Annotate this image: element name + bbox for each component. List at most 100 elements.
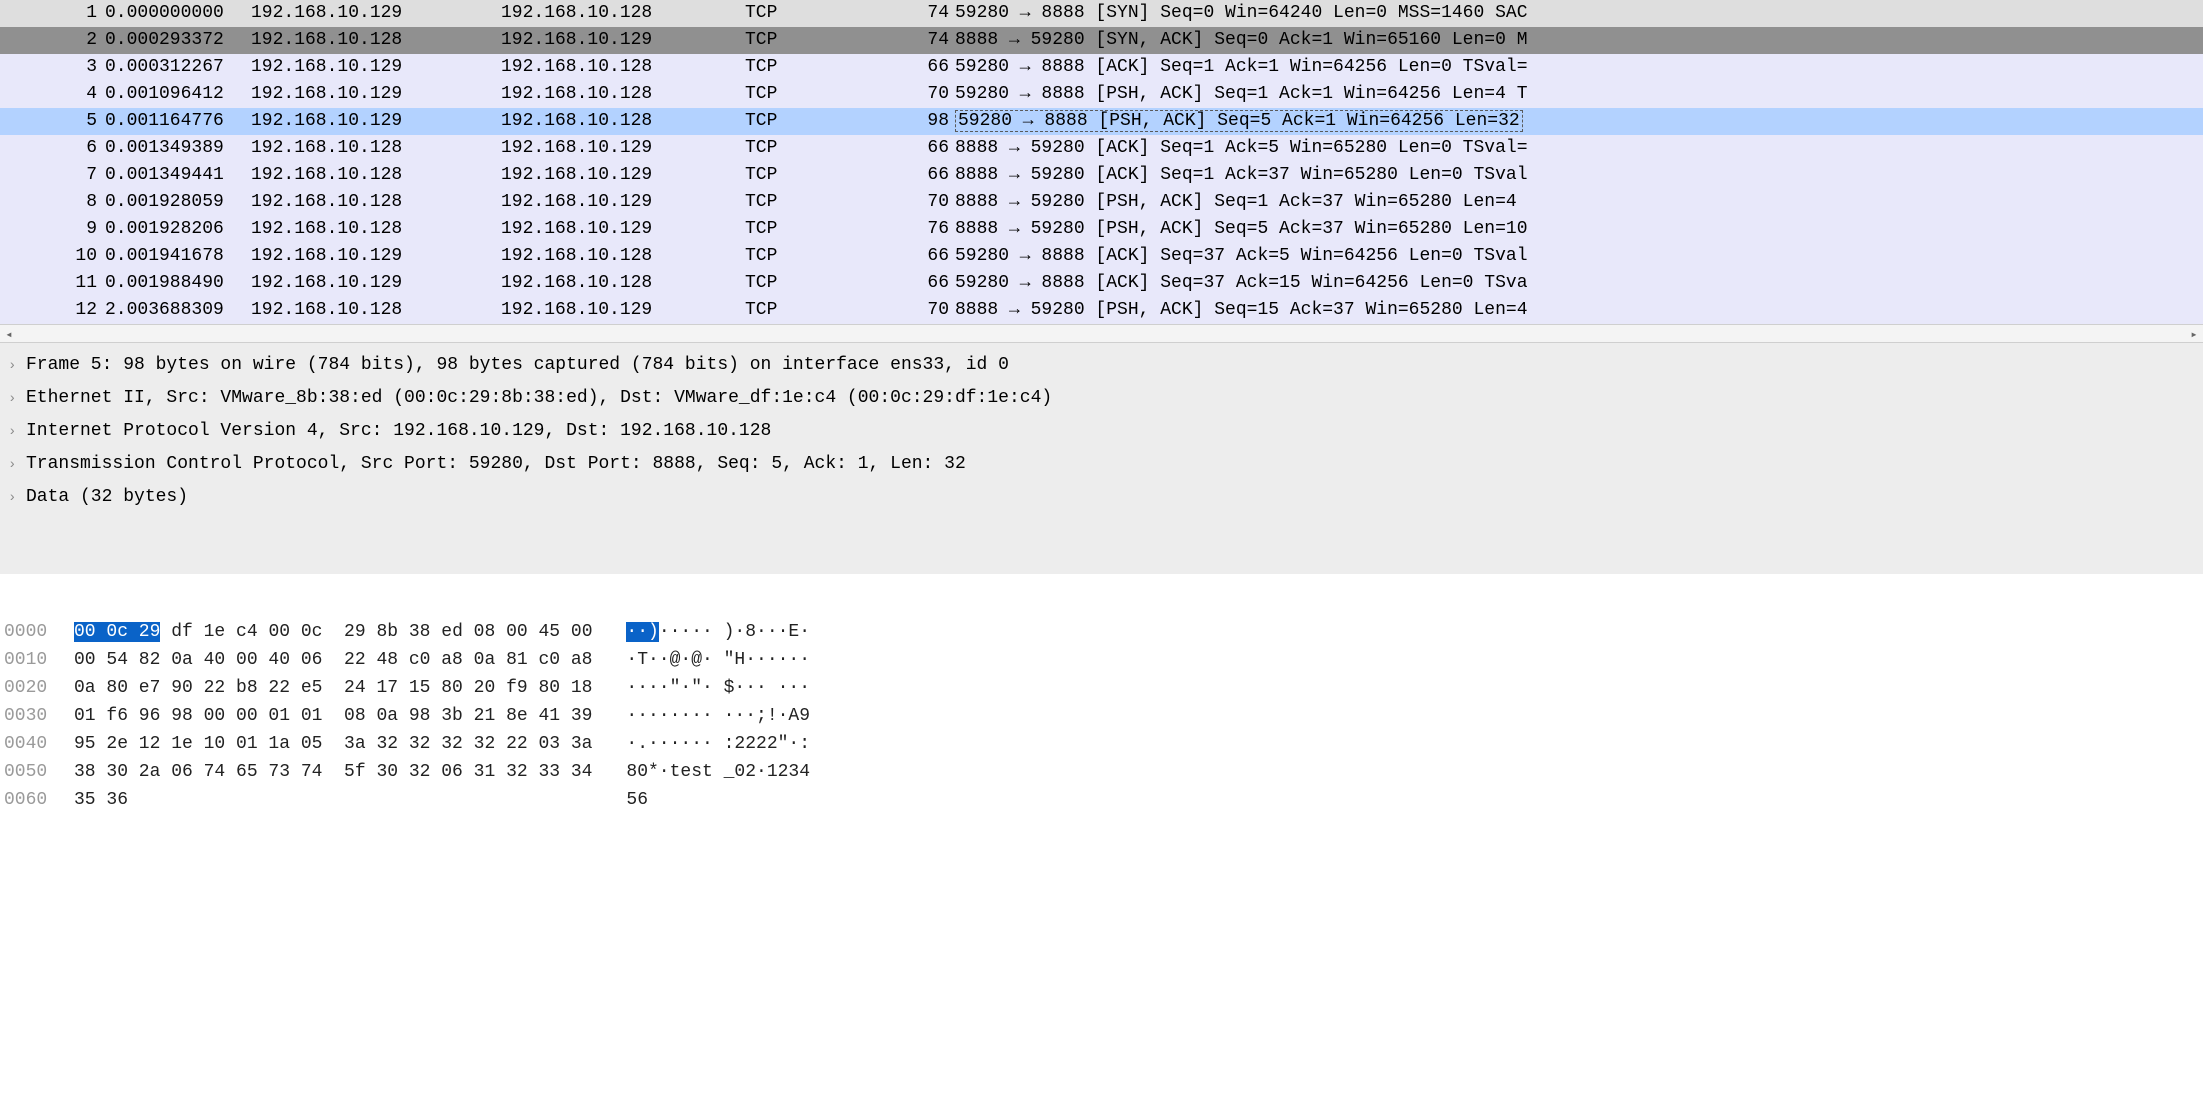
hex-offset: 0050 [0, 758, 74, 786]
hex-bytes: 00 54 82 0a 40 00 40 06 22 48 c0 a8 0a 8… [74, 646, 594, 674]
col-dst: 192.168.10.129 [495, 162, 745, 189]
col-time: 0.001349441 [105, 162, 245, 189]
packet-row[interactable]: 10.000000000192.168.10.129192.168.10.128… [0, 0, 2203, 27]
row-spacer [0, 270, 10, 297]
tree-expand-icon[interactable]: › [8, 484, 26, 512]
hex-dump-pane[interactable]: 000000 0c 29 df 1e c4 00 0c 29 8b 38 ed … [0, 614, 2203, 824]
hex-row[interactable]: 004095 2e 12 1e 10 01 1a 05 3a 32 32 32 … [0, 730, 2203, 758]
detail-tree-item[interactable]: ›Data (32 bytes) [0, 481, 2203, 514]
detail-text: Ethernet II, Src: VMware_8b:38:ed (00:0c… [26, 384, 1052, 412]
col-info: 59280 → 8888 [ACK] Seq=37 Ack=5 Win=6425… [955, 243, 2203, 270]
col-src: 192.168.10.128 [245, 216, 495, 243]
col-len: 66 [885, 162, 955, 189]
hex-row[interactable]: 000000 0c 29 df 1e c4 00 0c 29 8b 38 ed … [0, 618, 2203, 646]
packet-row[interactable]: 110.001988490192.168.10.129192.168.10.12… [0, 270, 2203, 297]
hex-offset: 0020 [0, 674, 74, 702]
detail-tree-item[interactable]: ›Transmission Control Protocol, Src Port… [0, 448, 2203, 481]
col-dst: 192.168.10.129 [495, 135, 745, 162]
col-src: 192.168.10.129 [245, 0, 495, 27]
col-info: 8888 → 59280 [ACK] Seq=1 Ack=5 Win=65280… [955, 135, 2203, 162]
hex-ascii: ····"·"· $··· ··· [594, 674, 810, 702]
col-no: 12 [10, 297, 105, 324]
col-no: 11 [10, 270, 105, 297]
col-prot: TCP [745, 243, 885, 270]
hex-row[interactable]: 003001 f6 96 98 00 00 01 01 08 0a 98 3b … [0, 702, 2203, 730]
row-spacer [0, 0, 10, 27]
hex-ascii: 80*·test _02·1234 [594, 758, 810, 786]
col-dst: 192.168.10.128 [495, 108, 745, 135]
col-info: 59280 → 8888 [ACK] Seq=37 Ack=15 Win=642… [955, 270, 2203, 297]
col-src: 192.168.10.128 [245, 297, 495, 324]
packet-row[interactable]: 90.001928206192.168.10.128192.168.10.129… [0, 216, 2203, 243]
col-len: 74 [885, 0, 955, 27]
col-info: 8888 → 59280 [PSH, ACK] Seq=5 Ack=37 Win… [955, 216, 2203, 243]
packet-row[interactable]: 50.001164776192.168.10.129192.168.10.128… [0, 108, 2203, 135]
tree-expand-icon[interactable]: › [8, 418, 26, 446]
col-prot: TCP [745, 135, 885, 162]
col-prot: TCP [745, 297, 885, 324]
packet-row[interactable]: 20.000293372192.168.10.128192.168.10.129… [0, 27, 2203, 54]
col-time: 0.001941678 [105, 243, 245, 270]
hex-ascii: ··)····· )·8···E· [594, 618, 810, 646]
hex-offset: 0060 [0, 786, 74, 814]
hex-row[interactable]: 006035 36 56 [0, 786, 2203, 814]
col-len: 66 [885, 135, 955, 162]
packet-row[interactable]: 60.001349389192.168.10.128192.168.10.129… [0, 135, 2203, 162]
col-time: 0.000293372 [105, 27, 245, 54]
col-time: 0.001928206 [105, 216, 245, 243]
packet-row[interactable]: 70.001349441192.168.10.128192.168.10.129… [0, 162, 2203, 189]
packet-row[interactable]: 100.001941678192.168.10.129192.168.10.12… [0, 243, 2203, 270]
hex-bytes: 01 f6 96 98 00 00 01 01 08 0a 98 3b 21 8… [74, 702, 594, 730]
tree-expand-icon[interactable]: › [8, 352, 26, 380]
hex-highlight: 00 0c 29 [74, 622, 160, 642]
col-info: 59280 → 8888 [ACK] Seq=1 Ack=1 Win=64256… [955, 54, 2203, 81]
col-no: 4 [10, 81, 105, 108]
col-time: 0.001988490 [105, 270, 245, 297]
detail-tree-item[interactable]: ›Ethernet II, Src: VMware_8b:38:ed (00:0… [0, 382, 2203, 415]
col-len: 66 [885, 270, 955, 297]
col-prot: TCP [745, 162, 885, 189]
hex-row[interactable]: 005038 30 2a 06 74 65 73 74 5f 30 32 06 … [0, 758, 2203, 786]
packet-row[interactable]: 30.000312267192.168.10.129192.168.10.128… [0, 54, 2203, 81]
row-spacer [0, 189, 10, 216]
col-info: 59280 → 8888 [PSH, ACK] Seq=5 Ack=1 Win=… [955, 108, 2203, 135]
packet-row[interactable]: 122.003688309192.168.10.128192.168.10.12… [0, 297, 2203, 324]
tree-expand-icon[interactable]: › [8, 451, 26, 479]
col-info: 59280 → 8888 [PSH, ACK] Seq=1 Ack=1 Win=… [955, 81, 2203, 108]
col-no: 1 [10, 0, 105, 27]
hex-row[interactable]: 00200a 80 e7 90 22 b8 22 e5 24 17 15 80 … [0, 674, 2203, 702]
row-spacer [0, 27, 10, 54]
packet-list-hscroll[interactable]: ◂ ▸ [0, 324, 2203, 343]
col-dst: 192.168.10.129 [495, 27, 745, 54]
packet-row[interactable]: 40.001096412192.168.10.129192.168.10.128… [0, 81, 2203, 108]
row-spacer [0, 108, 10, 135]
col-len: 70 [885, 189, 955, 216]
hex-row[interactable]: 001000 54 82 0a 40 00 40 06 22 48 c0 a8 … [0, 646, 2203, 674]
col-prot: TCP [745, 270, 885, 297]
col-len: 66 [885, 243, 955, 270]
col-info: 8888 → 59280 [PSH, ACK] Seq=1 Ack=37 Win… [955, 189, 2203, 216]
col-dst: 192.168.10.129 [495, 216, 745, 243]
hex-offset: 0000 [0, 618, 74, 646]
packet-list-table[interactable]: 10.000000000192.168.10.129192.168.10.128… [0, 0, 2203, 324]
hex-bytes: 0a 80 e7 90 22 b8 22 e5 24 17 15 80 20 f… [74, 674, 594, 702]
tree-expand-icon[interactable]: › [8, 385, 26, 413]
detail-tree-item[interactable]: ›Frame 5: 98 bytes on wire (784 bits), 9… [0, 349, 2203, 382]
hex-bytes: 38 30 2a 06 74 65 73 74 5f 30 32 06 31 3… [74, 758, 594, 786]
detail-text: Internet Protocol Version 4, Src: 192.16… [26, 417, 771, 445]
detail-tree-item[interactable]: ›Internet Protocol Version 4, Src: 192.1… [0, 415, 2203, 448]
col-len: 74 [885, 27, 955, 54]
col-time: 0.001349389 [105, 135, 245, 162]
hex-bytes: 00 0c 29 df 1e c4 00 0c 29 8b 38 ed 08 0… [74, 618, 594, 646]
hex-offset: 0010 [0, 646, 74, 674]
col-src: 192.168.10.128 [245, 27, 495, 54]
scroll-right-icon[interactable]: ▸ [2185, 325, 2203, 344]
packet-row[interactable]: 80.001928059192.168.10.128192.168.10.129… [0, 189, 2203, 216]
col-src: 192.168.10.128 [245, 189, 495, 216]
col-prot: TCP [745, 27, 885, 54]
col-no: 6 [10, 135, 105, 162]
packet-details-pane[interactable]: ›Frame 5: 98 bytes on wire (784 bits), 9… [0, 343, 2203, 574]
detail-text: Frame 5: 98 bytes on wire (784 bits), 98… [26, 351, 1009, 379]
scroll-left-icon[interactable]: ◂ [0, 325, 18, 344]
col-info: 8888 → 59280 [SYN, ACK] Seq=0 Ack=1 Win=… [955, 27, 2203, 54]
